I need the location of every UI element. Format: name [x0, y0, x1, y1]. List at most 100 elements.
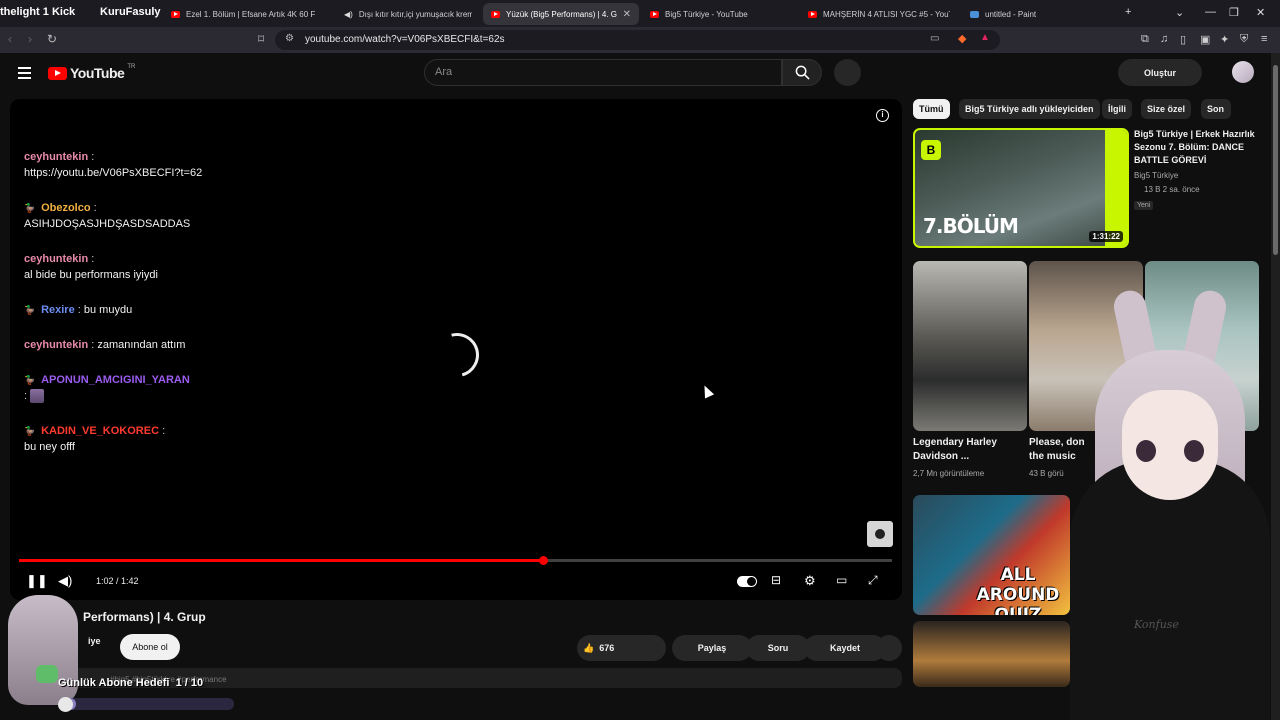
- chat-text: https://youtu.be/V06PsXBECFI?t=62: [24, 167, 203, 179]
- tab-mahserin[interactable]: MAHŞERİN 4 ATLISI YGC #5 - YouTu: [800, 3, 958, 25]
- chip-for-you[interactable]: Size özel: [1141, 99, 1192, 119]
- youtube-logo[interactable]: YouTube TR: [48, 64, 135, 81]
- chat-username: ceyhuntekin: [24, 339, 89, 351]
- chip-related[interactable]: İlgili: [1102, 99, 1132, 119]
- subscribe-button[interactable]: Abone ol: [120, 634, 180, 660]
- chat-text: zamanından attım: [97, 339, 186, 351]
- save-button[interactable]: Kaydet: [804, 635, 886, 661]
- video-title: Performans) | 4. Grup: [83, 610, 206, 624]
- avatar-eye: [1136, 440, 1156, 462]
- create-button[interactable]: Oluştur: [1118, 59, 1202, 86]
- chip-uploader[interactable]: Big5 Türkiye adlı yükleyiciden: [959, 99, 1100, 119]
- voice-search-button[interactable]: [834, 59, 861, 86]
- ask-button[interactable]: Soru: [746, 635, 810, 661]
- channel-watermark-icon[interactable]: [867, 521, 893, 547]
- progress-fill: [19, 556, 548, 565]
- avatar[interactable]: [1232, 61, 1254, 83]
- sidebar-icon[interactable]: ▯: [1180, 33, 1186, 46]
- vpn-icon[interactable]: ⛨: [1240, 33, 1248, 46]
- recommended-thumbnail[interactable]: [913, 621, 1070, 687]
- chat-text: al bide bu performans iyiydi: [24, 269, 158, 281]
- youtube-header: YouTube TR Oluştur: [0, 53, 1270, 93]
- cast-icon[interactable]: ▭: [930, 33, 939, 44]
- ai-icon[interactable]: ✦: [1220, 33, 1229, 46]
- short-title[interactable]: Legendary Harley Davidson ...: [913, 436, 1023, 464]
- brave-shield-icon[interactable]: ◆: [958, 32, 966, 45]
- speaker-icon[interactable]: ◀): [344, 10, 353, 19]
- tab-ezel[interactable]: Ezel 1. Bölüm | Efsane Artık 4K 60 FP: [163, 3, 323, 25]
- tab-big5[interactable]: Big5 Türkiye - YouTube: [642, 3, 800, 25]
- minimize-icon[interactable]: —: [1205, 6, 1216, 18]
- scrubber-handle[interactable]: [538, 556, 548, 565]
- short-thumbnail[interactable]: [913, 261, 1027, 431]
- rewards-icon[interactable]: ▲: [980, 32, 990, 43]
- short-views: 2,7 Mn görüntüleme: [913, 469, 985, 478]
- avatar-eye: [1184, 440, 1204, 462]
- recommended-thumbnail[interactable]: B 7.BÖLÜM 1:31:22: [913, 128, 1129, 248]
- chip-recent[interactable]: Son: [1201, 99, 1231, 119]
- chat-username: Rexire: [41, 304, 75, 316]
- url-text[interactable]: youtube.com/watch?v=V06PsXBECFI&t=62s: [305, 34, 505, 45]
- recommended-title[interactable]: Big5 Türkiye | Erkek Hazırlık Sezonu 7. …: [1134, 128, 1264, 167]
- subscriber-goal: Günlük Abone Hedefi 1 / 10: [58, 677, 204, 689]
- like-button[interactable]: 👍 676: [577, 635, 666, 661]
- bookmark-icon[interactable]: ⌑: [258, 32, 264, 46]
- browser-tab-strip: thelight 1 Kick KuruFasuly Ezel 1. Bölüm…: [0, 0, 1280, 27]
- site-info-icon[interactable]: ⚙: [285, 33, 294, 44]
- back-icon[interactable]: ‹: [8, 32, 12, 46]
- reload-icon[interactable]: ↻: [47, 32, 57, 46]
- chat-username: ceyhuntekin: [24, 151, 89, 163]
- menu-icon[interactable]: ≡: [1261, 33, 1267, 45]
- more-actions-button[interactable]: [876, 635, 902, 661]
- fullscreen-icon[interactable]: ⤢: [868, 573, 878, 588]
- recommended-thumbnail[interactable]: ALL AROUND QUIZ: [913, 495, 1070, 615]
- info-icon[interactable]: i: [876, 109, 889, 122]
- chat-username: APONUN_AMCIGINI_YARAN: [41, 374, 190, 386]
- music-icon[interactable]: ♫: [1160, 33, 1168, 45]
- loading-spinner-icon: [426, 324, 488, 386]
- goal-progress-bar: [58, 698, 234, 710]
- close-tab-icon[interactable]: ✕: [623, 9, 631, 20]
- search-icon: [795, 65, 810, 80]
- tab-list-chevron-icon[interactable]: ⌄: [1175, 6, 1184, 19]
- badge-icon: 🦆: [24, 203, 36, 213]
- chat-username: ceyhuntekin: [24, 253, 89, 265]
- tab-paint[interactable]: untitled - Paint: [962, 3, 1118, 25]
- thumbnail-text: ALL AROUND QUIZ: [976, 565, 1060, 615]
- chip-all[interactable]: Tümü: [913, 99, 950, 119]
- video-player[interactable]: i ceyhuntekin : https://youtu.be/V06PsXB…: [10, 99, 902, 600]
- screen: thelight 1 Kick KuruFasuly Ezel 1. Bölüm…: [0, 0, 1280, 720]
- extensions-icon[interactable]: ⧉: [1141, 33, 1149, 46]
- bookmark-kurufasuly[interactable]: KuruFasuly: [100, 6, 161, 18]
- autoplay-toggle[interactable]: [737, 576, 757, 587]
- wallet-icon[interactable]: ▣: [1200, 33, 1210, 46]
- address-bar[interactable]: ⚙ youtube.com/watch?v=V06PsXBECFI&t=62s …: [275, 30, 1000, 50]
- page-scrollbar[interactable]: [1271, 53, 1280, 720]
- new-tab-icon[interactable]: +: [1125, 6, 1131, 18]
- progress-bar[interactable]: [19, 556, 892, 565]
- vtuber-avatar: Konfuse: [1070, 287, 1270, 720]
- chat-username: KADIN_VE_KOKOREC: [41, 425, 160, 437]
- search-input[interactable]: [435, 66, 765, 78]
- tab-krem[interactable]: ◀) Dışı kıtır kıtır,içi yumuşacık krem: [336, 3, 480, 25]
- chat-message: ceyhuntekin : https://youtu.be/V06PsXBEC…: [24, 151, 203, 179]
- thumbnail-text: 7.BÖLÜM: [923, 214, 1019, 238]
- maximize-icon[interactable]: ❐: [1229, 6, 1239, 19]
- chat-message: ceyhuntekin : zamanından attım: [24, 339, 186, 351]
- short-views: 43 B görü: [1029, 469, 1064, 478]
- hamburger-menu-icon[interactable]: [18, 67, 31, 82]
- chat-text: bu muydu: [83, 304, 133, 316]
- recommended-channel[interactable]: Big5 Türkiye: [1134, 171, 1264, 180]
- scrollbar-thumb[interactable]: [1273, 65, 1278, 255]
- close-window-icon[interactable]: ✕: [1256, 6, 1265, 19]
- bookmark-thelight[interactable]: thelight 1 Kick: [0, 6, 75, 18]
- settings-gear-icon[interactable]: ⚙: [804, 573, 816, 589]
- recommended-meta[interactable]: Big5 Türkiye | Erkek Hazırlık Sezonu 7. …: [1134, 128, 1264, 212]
- forward-icon[interactable]: ›: [28, 32, 32, 46]
- share-button[interactable]: Paylaş: [672, 635, 752, 661]
- search-button[interactable]: [782, 59, 822, 86]
- subtitles-icon[interactable]: ⊟: [771, 573, 781, 587]
- theater-mode-icon[interactable]: ▭: [836, 573, 847, 587]
- thumbs-up-icon: 👍: [583, 642, 595, 653]
- tab-yuzuk[interactable]: Yüzük (Big5 Performans) | 4. Gr ✕: [483, 3, 639, 25]
